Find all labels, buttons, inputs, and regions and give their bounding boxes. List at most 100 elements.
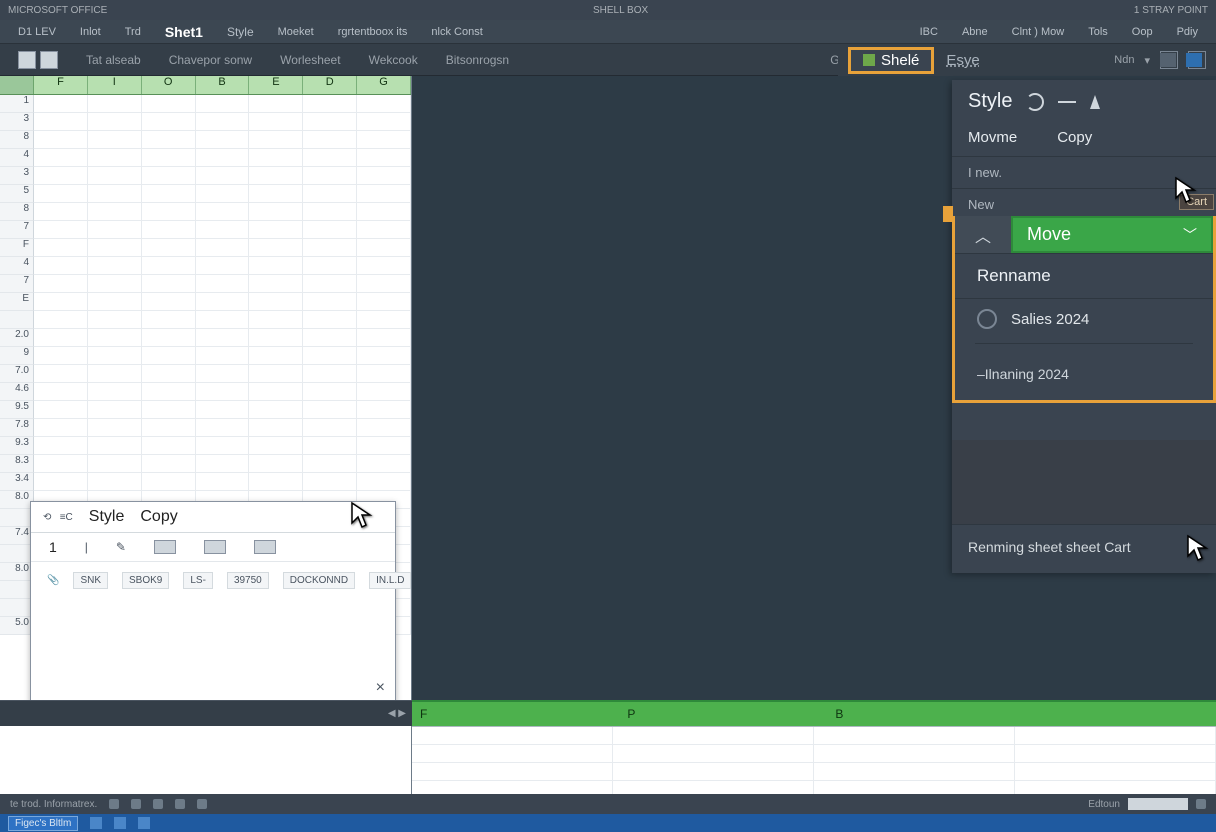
tool-tat[interactable]: Tat alseab [80,51,147,69]
row-header[interactable]: 5.0 [0,617,34,635]
row-header[interactable] [0,581,34,599]
col-header-2[interactable]: F [420,707,427,721]
status-dot[interactable] [1196,799,1206,809]
cell[interactable] [142,239,196,257]
zoom-indicator[interactable] [1128,798,1188,810]
strip-icon-2[interactable] [1186,53,1202,67]
row-header[interactable]: 7.4 [0,527,34,545]
row-header[interactable]: 4 [0,257,34,275]
row-header[interactable]: 4.6 [0,383,34,401]
cell[interactable] [34,347,88,365]
cell[interactable] [142,275,196,293]
menu-rgrt[interactable]: rgrtentboox its [332,24,414,40]
cell[interactable] [142,113,196,131]
sheet-tab-active[interactable]: Shelé [848,47,934,74]
cell[interactable] [249,329,303,347]
cell[interactable] [196,455,250,473]
cell[interactable] [88,167,142,185]
cell[interactable] [303,221,357,239]
col-header[interactable]: I [88,76,142,94]
cell[interactable] [196,383,250,401]
cell[interactable] [357,131,411,149]
row-header[interactable] [0,599,34,617]
cell[interactable] [249,257,303,275]
cell[interactable] [303,473,357,491]
cell[interactable] [88,95,142,113]
cell[interactable] [303,185,357,203]
row-header[interactable]: 9.3 [0,437,34,455]
cell[interactable] [142,203,196,221]
cell[interactable] [196,95,250,113]
cell[interactable] [357,365,411,383]
col-header-2[interactable]: P [627,707,635,721]
cell[interactable] [303,329,357,347]
cell[interactable] [88,239,142,257]
cell[interactable] [88,437,142,455]
props-toolbtn-1[interactable] [154,540,176,554]
cell[interactable] [303,113,357,131]
row-header[interactable]: 3.4 [0,473,34,491]
cell[interactable] [303,167,357,185]
start-button[interactable]: Figec's Bltlm [8,816,78,831]
row-header[interactable]: 8.0 [0,563,34,581]
cell[interactable] [196,329,250,347]
cell[interactable] [88,203,142,221]
cell[interactable] [142,149,196,167]
cell[interactable] [357,221,411,239]
row-header[interactable]: 8.0 [0,491,34,509]
cell[interactable] [88,113,142,131]
cell[interactable] [303,275,357,293]
cell[interactable] [303,311,357,329]
cell[interactable] [249,437,303,455]
tool-worksheet[interactable]: Worlesheet [274,51,346,69]
props-tab-style[interactable]: Style [89,508,125,526]
cell[interactable] [303,455,357,473]
cell[interactable] [303,95,357,113]
dd-sales-2024[interactable]: Saliеs 2024 [955,299,1213,339]
cell[interactable] [357,149,411,167]
cell[interactable] [196,275,250,293]
cell[interactable] [88,401,142,419]
cell[interactable] [142,383,196,401]
cell[interactable] [88,311,142,329]
cell[interactable] [357,437,411,455]
cell[interactable] [34,257,88,275]
cell[interactable] [357,473,411,491]
chevron-up-icon[interactable]: ︿ [955,216,1011,253]
cell[interactable] [142,257,196,275]
strip-icon[interactable] [1160,53,1176,67]
cell[interactable] [34,419,88,437]
cell[interactable] [249,239,303,257]
menu-moeket[interactable]: Moeket [272,24,320,40]
cell[interactable] [88,347,142,365]
cell[interactable] [357,419,411,437]
cell[interactable] [249,203,303,221]
cell[interactable] [303,257,357,275]
cell[interactable] [34,365,88,383]
status-dot[interactable] [175,799,185,809]
context-movme[interactable]: Movme [968,129,1017,146]
cell[interactable] [249,185,303,203]
cell[interactable] [34,185,88,203]
row-header[interactable]: 9 [0,347,34,365]
minimize-icon[interactable] [1058,101,1076,103]
sheet-scroll-corner[interactable]: ◀ ▶ [0,700,412,726]
menu-ibc[interactable]: IBC [914,24,944,40]
cell[interactable] [34,167,88,185]
cell[interactable] [34,203,88,221]
row-header[interactable]: 7 [0,221,34,239]
tool-iconset[interactable] [12,49,64,71]
menu-oop[interactable]: Oop [1126,24,1159,40]
cell[interactable] [142,473,196,491]
cell[interactable] [357,311,411,329]
cell[interactable] [249,419,303,437]
cell[interactable] [357,329,411,347]
move-button[interactable]: Move ﹀ [1011,216,1213,253]
cell[interactable] [88,473,142,491]
cell[interactable] [303,239,357,257]
cell[interactable] [196,203,250,221]
cell[interactable] [249,401,303,419]
cell[interactable] [142,311,196,329]
row-header[interactable]: 8.3 [0,455,34,473]
row-header[interactable]: 9.5 [0,401,34,419]
